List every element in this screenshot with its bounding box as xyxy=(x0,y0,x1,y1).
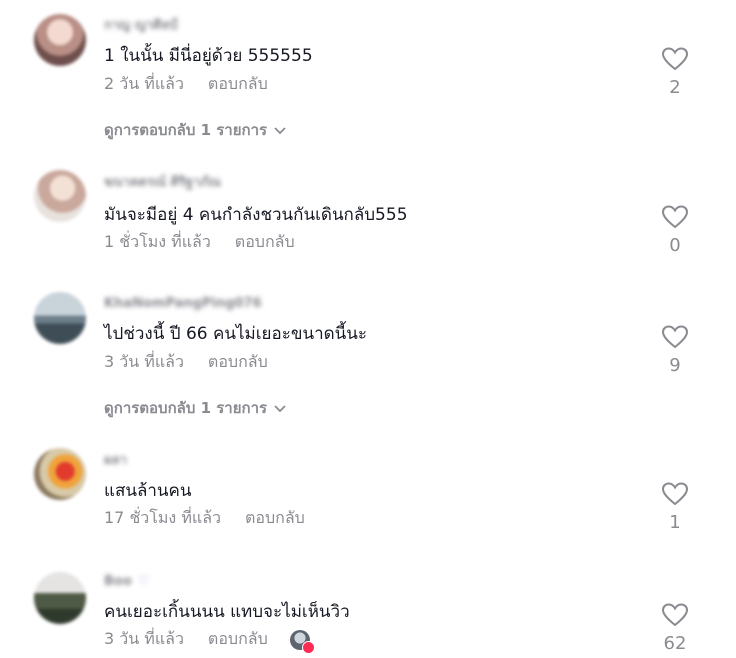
avatar[interactable] xyxy=(34,292,86,344)
like-button[interactable]: 1 xyxy=(660,482,690,534)
comment-text: คนเยอะเกิ้นนนน แทบจะไม่เห็นวิว xyxy=(104,602,350,622)
like-count: 0 xyxy=(669,235,681,256)
heart-outline-icon[interactable] xyxy=(662,205,688,229)
comment-text: ไปช่วงนี้ ปี 66 คนไม่เยอะขนาดนี้นะ xyxy=(104,324,368,344)
comment-time: 3 วัน ที่แล้ว xyxy=(104,352,184,371)
comment-username[interactable]: ฆนาคตรณ์ ศิริฐาภัณ xyxy=(104,175,221,191)
comment-meta: 17 ชั่วโมง ที่แล้ว ตอบกลับ xyxy=(104,508,305,528)
comment-text: 1 ในนั้น มีนี่อยู่ด้วย 555555 xyxy=(104,46,313,66)
like-button[interactable]: 62 xyxy=(660,603,690,655)
like-button[interactable]: 9 xyxy=(660,325,690,377)
reply-button[interactable]: ตอบกลับ xyxy=(208,352,268,371)
avatar[interactable] xyxy=(34,14,86,66)
like-button[interactable]: 0 xyxy=(660,205,690,257)
view-replies-button[interactable]: ดูการตอบกลับ 1 รายการ xyxy=(104,398,287,418)
like-count: 2 xyxy=(669,77,681,98)
view-replies-button[interactable]: ดูการตอบกลับ 1 รายการ xyxy=(104,120,287,140)
view-replies-label: ดูการตอบกลับ 1 รายการ xyxy=(104,399,268,417)
comment-time: 3 วัน ที่แล้ว xyxy=(104,629,184,648)
reply-button[interactable]: ตอบกลับ xyxy=(208,74,268,93)
reply-button[interactable]: ตอบกลับ xyxy=(208,629,268,648)
reply-button[interactable]: ตอบกลับ xyxy=(235,232,295,251)
view-replies-label: ดูการตอบกลับ 1 รายการ xyxy=(104,121,268,139)
avatar[interactable] xyxy=(34,448,86,500)
comment-meta: 3 วัน ที่แล้ว ตอบกลับ xyxy=(104,352,268,372)
heart-badge-icon xyxy=(301,640,315,654)
heart-outline-icon[interactable] xyxy=(662,47,688,71)
comment-username[interactable]: KhaNomPangPing076 xyxy=(104,296,262,312)
heart-outline-icon[interactable] xyxy=(662,603,688,627)
like-button[interactable]: 2 xyxy=(660,47,690,99)
comment-username[interactable]: ผลา xyxy=(104,453,127,469)
comment-meta: 1 ชั่วโมง ที่แล้ว ตอบกลับ xyxy=(104,232,295,252)
heart-outline-icon[interactable] xyxy=(662,325,688,349)
avatar[interactable] xyxy=(34,572,86,624)
reply-button[interactable]: ตอบกลับ xyxy=(245,508,305,527)
heart-badge-icon: ♡ xyxy=(137,574,150,589)
comment-time: 2 วัน ที่แล้ว xyxy=(104,74,184,93)
comment-time: 1 ชั่วโมง ที่แล้ว xyxy=(104,232,211,251)
like-count: 1 xyxy=(669,512,681,533)
like-count: 9 xyxy=(669,355,681,376)
creator-liked-icon xyxy=(289,629,315,654)
chevron-down-icon xyxy=(274,126,286,134)
comment-text: แสนล้านคน xyxy=(104,481,192,501)
avatar[interactable] xyxy=(34,170,86,222)
comment-username[interactable]: Boo ♡ xyxy=(104,574,149,590)
comment-time: 17 ชั่วโมง ที่แล้ว xyxy=(104,508,221,527)
like-count: 62 xyxy=(663,633,687,654)
comment-meta: 2 วัน ที่แล้ว ตอบกลับ xyxy=(104,74,268,94)
heart-outline-icon[interactable] xyxy=(662,482,688,506)
comment-username[interactable]: กาญ ญาศิลป์ xyxy=(104,18,178,34)
comment-meta: 3 วัน ที่แล้ว ตอบกลับ xyxy=(104,629,315,654)
chevron-down-icon xyxy=(274,404,286,412)
comment-text: มันจะมีอยู่ 4 คนกำลังชวนกันเดินกลับ555 xyxy=(104,205,408,225)
username-text: Boo xyxy=(104,574,132,589)
